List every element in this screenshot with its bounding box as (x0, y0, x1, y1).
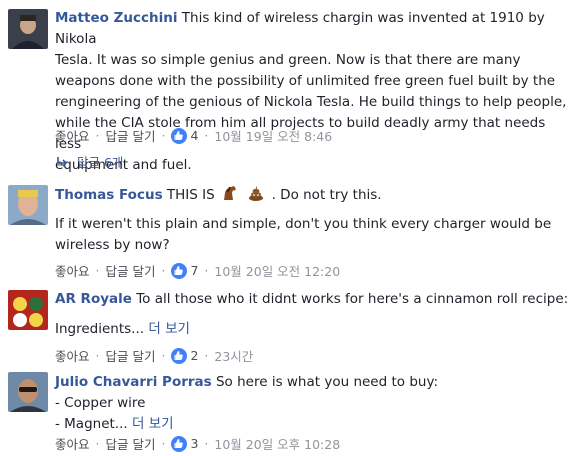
comment-body: Matteo Zucchini This kind of wireless ch… (55, 8, 571, 176)
comment-text: wireless by now? (55, 237, 170, 253)
author-name[interactable]: Matteo Zucchini (55, 10, 177, 26)
comment-text: rengineering of the genious of Nickola T… (55, 94, 567, 110)
author-name[interactable]: Julio Chavarri Porras (55, 374, 212, 390)
author-name[interactable]: Thomas Focus (55, 187, 163, 203)
avatar[interactable] (8, 290, 48, 330)
see-more-link[interactable]: 더 보기 (148, 321, 190, 337)
comment-text: - Copper wire (55, 395, 146, 411)
avatar[interactable] (8, 9, 48, 49)
comment-body: Thomas Focus THIS IS . Do not try this. … (55, 184, 571, 256)
comment-text: THIS IS (166, 187, 215, 203)
comment-actions: 좋아요 · 답글 달기 · 3 · 10월 20일 오후 10:28 (55, 434, 341, 453)
like-count: 4 (190, 128, 199, 143)
avatar[interactable] (8, 372, 48, 412)
reply-button[interactable]: 답글 달기 (106, 261, 156, 280)
like-count: 7 (190, 263, 199, 278)
comment-text: So here is what you need to buy: (215, 374, 438, 390)
author-name[interactable]: AR Royale (55, 291, 132, 307)
timestamp[interactable]: 10월 20일 오전 12:20 (214, 261, 340, 280)
reply-button[interactable]: 답글 달기 (106, 346, 156, 365)
comment-body: Julio Chavarri Porras So here is what yo… (55, 372, 571, 435)
reply-button[interactable]: 답글 달기 (106, 126, 156, 145)
thumbs-up-icon[interactable] (171, 127, 188, 144)
comment-text: . Do not try this. (271, 187, 382, 203)
like-count: 3 (190, 436, 199, 451)
like-button[interactable]: 좋아요 (55, 434, 90, 453)
thumbs-up-icon[interactable] (171, 435, 188, 452)
replies-count[interactable]: 답글 6개 (77, 152, 123, 171)
reply-arrow-icon (57, 156, 68, 167)
comment-actions: 좋아요 · 답글 달기 · 7 · 10월 20일 오전 12:20 (55, 261, 341, 280)
reply-button[interactable]: 답글 달기 (106, 434, 156, 453)
timestamp[interactable]: 10월 20일 오후 10:28 (214, 434, 340, 453)
comment-text: To all those who it didnt works for here… (136, 291, 569, 307)
comment-text: If it weren't this plain and simple, don… (55, 216, 552, 232)
thumbs-up-icon[interactable] (171, 347, 188, 364)
comment-body: AR Royale To all those who it didnt work… (55, 289, 571, 340)
see-more-link[interactable]: 더 보기 (132, 416, 174, 432)
comment-actions: 좋아요 · 답글 달기 · 2 · 23시간 (55, 346, 254, 365)
like-count: 2 (190, 348, 199, 363)
timestamp[interactable]: 23시간 (214, 346, 253, 365)
view-replies-link[interactable]: 답글 6개 (57, 152, 123, 171)
comment-text: equipment and fuel. (55, 157, 192, 173)
comment-actions: 좋아요 · 답글 달기 · 4 · 10월 19일 오전 8:46 (55, 126, 333, 145)
comment-text: Tesla. It was so simple genius and green… (55, 52, 521, 68)
comment-text: - Magnet... (55, 416, 128, 432)
comment-text: Ingredients... (55, 321, 145, 337)
like-button[interactable]: 좋아요 (55, 126, 90, 145)
poop-icon (249, 186, 264, 201)
timestamp[interactable]: 10월 19일 오전 8:46 (214, 126, 332, 145)
like-button[interactable]: 좋아요 (55, 261, 90, 280)
avatar[interactable] (8, 185, 48, 225)
thumbs-up-icon[interactable] (171, 262, 188, 279)
comment-text: weapons done with the possibility of unl… (55, 73, 556, 89)
like-button[interactable]: 좋아요 (55, 346, 90, 365)
horse-icon (224, 186, 236, 200)
